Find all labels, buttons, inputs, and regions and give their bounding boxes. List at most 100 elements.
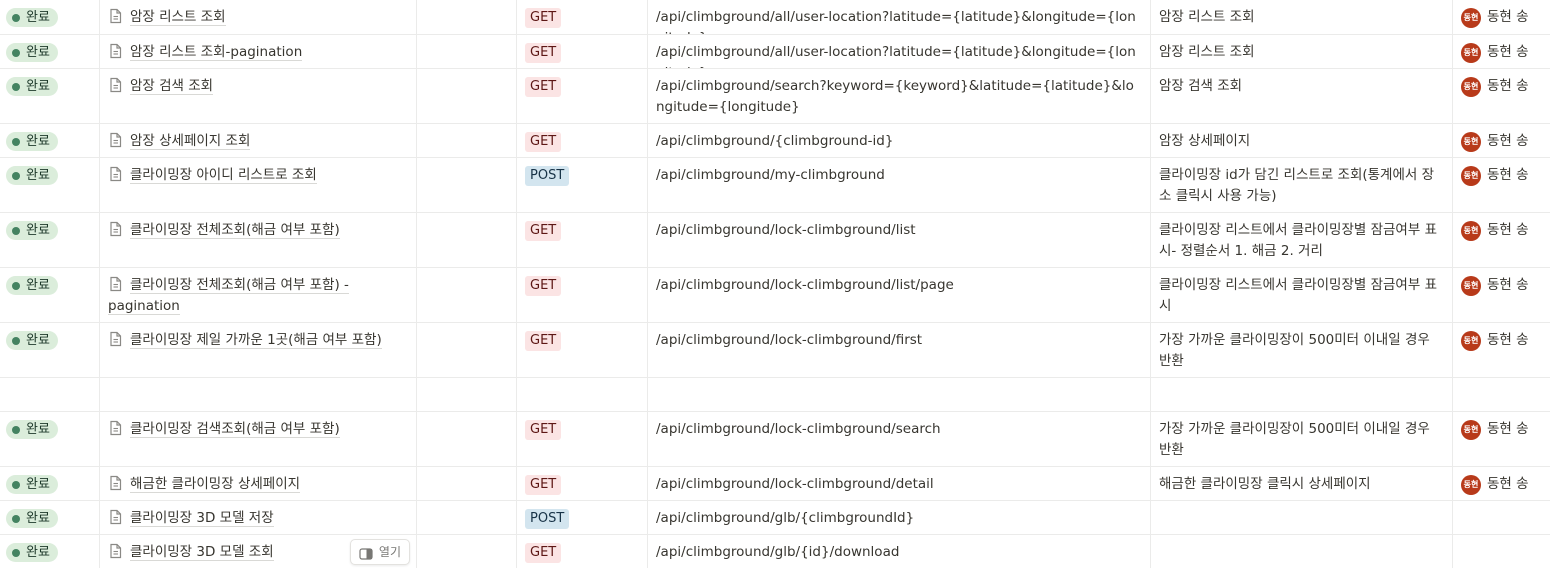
table-row[interactable]: 완료 클라이밍장 전체조회(해금 여부 포함) GET/api/climbgroun…: [0, 212, 1550, 267]
description-cell[interactable]: 클라이밍장 리스트에서 클라이밍장별 잠금여부 표시- 정렬순서 1. 해금 2…: [1150, 213, 1452, 267]
empty-cell[interactable]: [416, 501, 516, 534]
status-badge[interactable]: 완료: [6, 8, 58, 27]
status-badge[interactable]: 완료: [6, 43, 58, 62]
page-link[interactable]: 클라이밍장 검색조회(해금 여부 포함): [130, 421, 340, 438]
table-row[interactable]: 완료 해금한 클라이밍장 상세페이지 GET/api/climbground/loc…: [0, 466, 1550, 500]
status-cell[interactable]: 완료: [0, 323, 99, 377]
description-cell[interactable]: 클라이밍장 id가 담긴 리스트로 조회(통계에서 장소 클릭시 사용 가능): [1150, 158, 1452, 212]
person-cell[interactable]: 동현 동현 송: [1452, 158, 1550, 212]
page-link[interactable]: 클라이밍장 전체조회(해금 여부 포함): [130, 222, 340, 239]
table-row[interactable]: 완료 클라이밍장 제일 가까운 1곳(해금 여부 포함) GET/api/climb…: [0, 322, 1550, 377]
url-cell[interactable]: /api/climbground/{climbground-id}: [647, 124, 1150, 157]
status-cell[interactable]: 완료: [0, 213, 99, 267]
name-cell[interactable]: 클라이밍장 아이디 리스트로 조회: [99, 158, 416, 212]
status-cell[interactable]: 완료: [0, 268, 99, 322]
description-cell[interactable]: 가장 가까운 클라이밍장이 500미터 이내일 경우 반환: [1150, 323, 1452, 377]
status-cell[interactable]: 완료: [0, 35, 99, 68]
person-cell[interactable]: 동현 동현 송: [1452, 323, 1550, 377]
method-cell[interactable]: GET: [516, 268, 647, 322]
person-cell[interactable]: 동현 동현 송: [1452, 213, 1550, 267]
empty-cell[interactable]: [416, 412, 516, 466]
status-badge[interactable]: 완료: [6, 509, 58, 528]
page-link[interactable]: 클라이밍장 아이디 리스트로 조회: [130, 167, 317, 184]
table-row[interactable]: 완료 클라이밍장 전체조회(해금 여부 포함) - pagination GET/a…: [0, 267, 1550, 322]
name-cell[interactable]: 클라이밍장 전체조회(해금 여부 포함): [99, 213, 416, 267]
person-cell[interactable]: 동현 동현 송: [1452, 124, 1550, 157]
description-cell[interactable]: 암장 상세페이지: [1150, 124, 1452, 157]
description-cell[interactable]: [1150, 501, 1452, 534]
status-badge[interactable]: 완료: [6, 132, 58, 151]
status-badge[interactable]: 완료: [6, 77, 58, 96]
empty-cell[interactable]: [416, 535, 516, 568]
status-cell[interactable]: 완료: [0, 0, 99, 34]
person-cell[interactable]: 동현 동현 송: [1452, 35, 1550, 68]
empty-cell[interactable]: [416, 213, 516, 267]
page-link[interactable]: 클라이밍장 3D 모델 저장: [130, 510, 274, 527]
method-cell[interactable]: GET: [516, 124, 647, 157]
table-row[interactable]: 완료 클라이밍장 검색조회(해금 여부 포함) GET/api/climbgroun…: [0, 411, 1550, 466]
description-cell[interactable]: 암장 리스트 조회: [1150, 0, 1452, 34]
url-cell[interactable]: /api/climbground/lock-climbground/list/p…: [647, 268, 1150, 322]
page-link[interactable]: 암장 리스트 조회: [130, 9, 226, 26]
url-cell[interactable]: /api/climbground/lock-climbground/detail: [647, 467, 1150, 500]
name-cell[interactable]: 클라이밍장 검색조회(해금 여부 포함): [99, 412, 416, 466]
table-row[interactable]: 완료 클라이밍장 3D 모델 저장 POST/api/climbground/glb…: [0, 500, 1550, 534]
method-cell[interactable]: GET: [516, 412, 647, 466]
empty-cell[interactable]: [416, 268, 516, 322]
description-cell[interactable]: 가장 가까운 클라이밍장이 500미터 이내일 경우 반환: [1150, 412, 1452, 466]
name-cell[interactable]: 클라이밍장 전체조회(해금 여부 포함) - pagination: [99, 268, 416, 322]
method-cell[interactable]: GET: [516, 0, 647, 34]
name-cell[interactable]: 클라이밍장 제일 가까운 1곳(해금 여부 포함): [99, 323, 416, 377]
empty-cell[interactable]: [416, 467, 516, 500]
table-row[interactable]: 완료 암장 상세페이지 조회 GET/api/climbground/{climbg…: [0, 123, 1550, 157]
page-link[interactable]: 클라이밍장 전체조회(해금 여부 포함) - pagination: [108, 277, 349, 315]
name-cell[interactable]: 해금한 클라이밍장 상세페이지: [99, 467, 416, 500]
page-link[interactable]: 암장 리스트 조회-pagination: [130, 44, 303, 61]
person-cell[interactable]: 동현 동현 송: [1452, 0, 1550, 34]
status-badge[interactable]: 완료: [6, 331, 58, 350]
person-cell[interactable]: 동현 동현 송: [1452, 467, 1550, 500]
empty-cell[interactable]: [416, 35, 516, 68]
name-cell[interactable]: 클라이밍장 3D 모델 저장: [99, 501, 416, 534]
url-cell[interactable]: /api/climbground/my-climbground: [647, 158, 1150, 212]
table-row[interactable]: 완료 암장 검색 조회 GET/api/climbground/search?key…: [0, 68, 1550, 123]
person-cell[interactable]: [1452, 501, 1550, 534]
name-cell[interactable]: 암장 검색 조회: [99, 69, 416, 123]
url-cell[interactable]: /api/climbground/glb/{id}/download: [647, 535, 1150, 568]
status-badge[interactable]: 완료: [6, 475, 58, 494]
method-cell[interactable]: GET: [516, 35, 647, 68]
empty-cell[interactable]: [416, 323, 516, 377]
name-cell[interactable]: 암장 상세페이지 조회: [99, 124, 416, 157]
table-row[interactable]: 완료 암장 리스트 조회 GET/api/climbground/all/user-…: [0, 0, 1550, 34]
status-badge[interactable]: 완료: [6, 543, 58, 562]
url-cell[interactable]: /api/climbground/search?keyword={keyword…: [647, 69, 1150, 123]
description-cell[interactable]: 클라이밍장 리스트에서 클라이밍장별 잠금여부 표시: [1150, 268, 1452, 322]
method-cell[interactable]: POST: [516, 501, 647, 534]
page-link[interactable]: 클라이밍장 제일 가까운 1곳(해금 여부 포함): [130, 332, 382, 349]
empty-cell[interactable]: [416, 158, 516, 212]
status-cell[interactable]: 완료: [0, 158, 99, 212]
url-cell[interactable]: /api/climbground/all/user-location?latit…: [647, 35, 1150, 68]
method-cell[interactable]: GET: [516, 323, 647, 377]
person-cell[interactable]: 동현 동현 송: [1452, 69, 1550, 123]
method-cell[interactable]: GET: [516, 69, 647, 123]
url-cell[interactable]: /api/climbground/glb/{climbgroundId}: [647, 501, 1150, 534]
page-link[interactable]: 암장 검색 조회: [130, 78, 214, 95]
description-cell[interactable]: 해금한 클라이밍장 클릭시 상세페이지: [1150, 467, 1452, 500]
description-cell[interactable]: 암장 리스트 조회: [1150, 35, 1452, 68]
name-cell[interactable]: 암장 리스트 조회: [99, 0, 416, 34]
empty-cell[interactable]: [416, 124, 516, 157]
name-cell[interactable]: 암장 리스트 조회-pagination: [99, 35, 416, 68]
url-cell[interactable]: /api/climbground/lock-climbground/list: [647, 213, 1150, 267]
status-cell[interactable]: 완료: [0, 69, 99, 123]
empty-cell[interactable]: [416, 69, 516, 123]
table-row[interactable]: 완료 클라이밍장 아이디 리스트로 조회 POST/api/climbground/…: [0, 157, 1550, 212]
url-cell[interactable]: /api/climbground/lock-climbground/search: [647, 412, 1150, 466]
description-cell[interactable]: [1150, 535, 1452, 568]
status-badge[interactable]: 완료: [6, 221, 58, 240]
page-link[interactable]: 해금한 클라이밍장 상세페이지: [130, 476, 301, 493]
method-cell[interactable]: POST: [516, 158, 647, 212]
status-cell[interactable]: 완료: [0, 535, 99, 568]
person-cell[interactable]: 동현 동현 송: [1452, 412, 1550, 466]
name-cell[interactable]: 클라이밍장 3D 모델 조회 열기: [99, 535, 416, 568]
